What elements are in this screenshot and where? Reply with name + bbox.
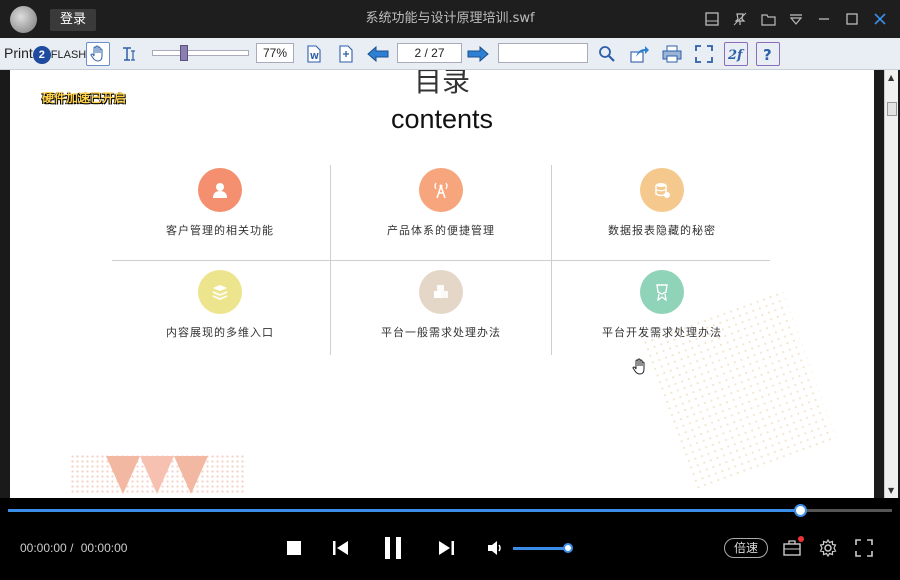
next-button[interactable] — [436, 538, 456, 558]
page-number-field[interactable]: 2 / 27 — [397, 43, 462, 63]
award-icon — [640, 270, 684, 314]
document-page[interactable]: 目录 contents 硬件加速已开启 客户管理的相关功能 产品体系的便捷管理 … — [10, 70, 874, 498]
skip-next-icon — [439, 541, 454, 555]
hand-tool-icon[interactable] — [86, 42, 110, 66]
contents-item: 客户管理的相关功能 — [120, 168, 320, 238]
seek-bar-fill — [8, 509, 801, 512]
vertical-scrollbar[interactable]: ▲ ▼ — [884, 70, 898, 498]
contents-title: contents — [390, 104, 494, 134]
page-heading-cut: 目录 — [413, 70, 470, 98]
title-bar: 登录 系统功能与设计原理培训.swf — [0, 0, 900, 38]
viewer-toolbar: Print 2 FLASH 77% W 2 / 27 2f ? — [0, 38, 900, 70]
window-mode-icon[interactable] — [702, 9, 722, 29]
skip-previous-icon — [333, 541, 348, 555]
notification-dot — [798, 536, 804, 542]
previous-page-icon[interactable] — [366, 42, 390, 66]
scrollbar-thumb[interactable] — [887, 102, 897, 116]
boxes-icon — [419, 270, 463, 314]
contents-item: 产品体系的便捷管理 — [341, 168, 541, 238]
search-icon[interactable] — [595, 42, 619, 66]
volume-slider-fill — [513, 547, 569, 550]
hand-cursor-icon — [632, 358, 648, 380]
contents-item: 平台一般需求处理办法 — [341, 270, 541, 340]
minimize-icon[interactable] — [814, 9, 834, 29]
stop-icon — [287, 541, 301, 555]
time-display: 00:00:00 / 00:00:00 — [20, 541, 127, 555]
media-player-bar: 00:00:00 / 00:00:00 倍速 — [0, 498, 900, 580]
current-time: 00:00:00 — [20, 541, 67, 555]
contents-item: 内容展现的多维入口 — [120, 270, 320, 340]
expand-fullscreen-icon[interactable] — [854, 538, 874, 558]
brand-logo: Print 2 FLASH — [4, 45, 86, 64]
zoom-slider-thumb[interactable] — [179, 45, 188, 61]
about-print2flash-icon[interactable]: 2f — [724, 42, 748, 66]
pin-icon[interactable] — [730, 9, 750, 29]
pause-button[interactable] — [381, 536, 405, 560]
volume-slider[interactable] — [513, 543, 574, 553]
fit-page-icon[interactable] — [334, 42, 358, 66]
folder-icon[interactable] — [758, 9, 778, 29]
svg-text:W: W — [310, 52, 319, 61]
grid-divider — [112, 260, 770, 261]
hardware-acceleration-badge: 硬件加速已开启 — [42, 91, 127, 105]
layers-icon — [198, 270, 242, 314]
svg-text:2f: 2f — [727, 48, 745, 63]
contents-item-label: 平台一般需求处理办法 — [381, 326, 501, 339]
word-export-icon[interactable]: W — [302, 42, 326, 66]
search-input[interactable] — [498, 43, 588, 63]
stop-button[interactable] — [284, 538, 304, 558]
share-icon[interactable] — [628, 42, 652, 66]
contents-item-label: 客户管理的相关功能 — [166, 224, 274, 237]
contents-item-label: 数据报表隐藏的秘密 — [608, 224, 716, 237]
volume-button[interactable] — [486, 538, 506, 558]
maximize-icon[interactable] — [842, 9, 862, 29]
decorative-triangle — [140, 456, 174, 494]
settings-gear-icon[interactable] — [818, 538, 838, 558]
volume-icon — [488, 541, 501, 555]
time-separator: / — [70, 541, 74, 555]
user-icon — [198, 168, 242, 212]
previous-button[interactable] — [331, 538, 351, 558]
contents-item-label: 内容展现的多维入口 — [166, 326, 274, 339]
scroll-up-icon[interactable]: ▲ — [888, 73, 894, 82]
zoom-percent-field[interactable]: 77% — [256, 43, 294, 63]
contents-item-label: 产品体系的便捷管理 — [387, 224, 495, 237]
volume-slider-knob[interactable] — [563, 543, 574, 553]
playback-speed-button[interactable]: 倍速 — [724, 538, 768, 558]
total-time: 00:00:00 — [80, 541, 128, 555]
contents-item: 数据报表隐藏的秘密 — [562, 168, 762, 238]
brand-flash-text: FLASH — [50, 49, 87, 61]
decorative-triangle — [106, 456, 140, 494]
help-icon[interactable]: ? — [756, 42, 780, 66]
database-icon — [640, 168, 684, 212]
menu-icon[interactable] — [786, 9, 806, 29]
login-button[interactable]: 登录 — [50, 9, 96, 31]
toolbox-icon[interactable] — [782, 536, 804, 558]
fullscreen-icon[interactable] — [692, 42, 716, 66]
antenna-icon — [419, 168, 463, 212]
scroll-down-icon[interactable]: ▼ — [888, 486, 894, 495]
text-select-icon[interactable] — [118, 42, 142, 66]
brand-two-badge: 2 — [32, 46, 51, 64]
decorative-triangle — [174, 456, 208, 494]
next-page-icon[interactable] — [466, 42, 490, 66]
seek-bar-knob[interactable] — [794, 504, 808, 517]
brand-print-text: Print — [4, 45, 33, 61]
close-icon[interactable] — [870, 9, 890, 29]
print-icon[interactable] — [660, 42, 684, 66]
svg-text:?: ? — [763, 46, 772, 63]
zoom-slider[interactable] — [152, 45, 249, 61]
seek-bar[interactable] — [8, 504, 892, 517]
app-logo[interactable] — [10, 6, 37, 33]
pause-icon — [385, 537, 401, 559]
